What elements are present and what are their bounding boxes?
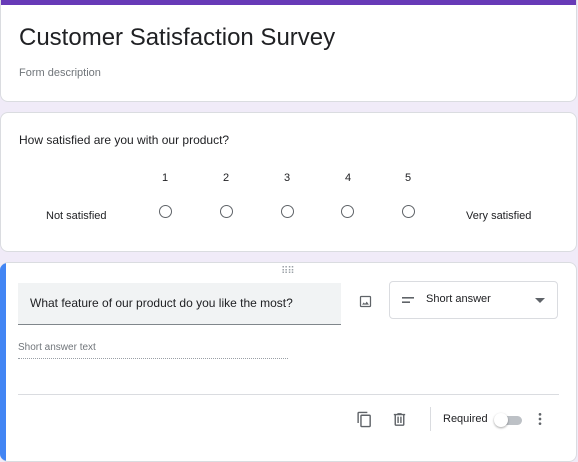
question-type-select[interactable]: Short answer	[389, 281, 558, 319]
active-question-bar	[0, 263, 6, 461]
question-card-scale[interactable]: How satisfied are you with our product? …	[0, 112, 577, 252]
required-label: Required	[443, 413, 488, 425]
scale-number-1: 1	[161, 172, 169, 184]
more-options-button[interactable]	[530, 409, 550, 429]
question-title-input[interactable]: What feature of our product do you like …	[30, 296, 293, 310]
scale-low-label: Not satisfied	[46, 210, 107, 222]
duplicate-button[interactable]	[354, 409, 374, 429]
short-answer-placeholder: Short answer text	[18, 342, 96, 353]
question-title: How satisfied are you with our product?	[19, 133, 230, 147]
scale-radio-4[interactable]	[341, 205, 354, 218]
card-footer-divider	[18, 394, 559, 395]
answer-underline	[18, 358, 288, 359]
form-description[interactable]: Form description	[19, 67, 101, 79]
more-vert-icon	[538, 413, 542, 425]
scale-number-5: 5	[404, 172, 412, 184]
scale-number-3: 3	[283, 172, 291, 184]
short-text-icon	[402, 297, 414, 303]
scale-high-label: Very satisfied	[466, 210, 532, 222]
scale-radio-2[interactable]	[220, 205, 233, 218]
copy-icon	[356, 411, 371, 427]
scale-radio-5[interactable]	[402, 205, 415, 218]
footer-separator	[430, 407, 431, 431]
form-header-card: Customer Satisfaction Survey Form descri…	[0, 0, 577, 102]
required-toggle[interactable]	[494, 413, 522, 427]
add-image-button[interactable]	[354, 290, 376, 312]
accent-bar	[1, 0, 576, 5]
scale-radio-3[interactable]	[281, 205, 294, 218]
scale-number-2: 2	[222, 172, 230, 184]
question-type-label: Short answer	[426, 293, 491, 305]
scale-radio-1[interactable]	[159, 205, 172, 218]
trash-icon	[393, 412, 405, 426]
scale-number-4: 4	[344, 172, 352, 184]
question-card-active[interactable]: ⠿⠿ What feature of our product do you li…	[0, 262, 577, 462]
image-icon	[359, 295, 371, 307]
form-title[interactable]: Customer Satisfaction Survey	[19, 22, 335, 54]
question-title-field[interactable]: What feature of our product do you like …	[18, 283, 341, 325]
toggle-thumb	[494, 413, 508, 427]
delete-button[interactable]	[389, 409, 409, 429]
chevron-down-icon	[535, 298, 545, 303]
drag-handle-icon[interactable]: ⠿⠿	[281, 267, 295, 277]
